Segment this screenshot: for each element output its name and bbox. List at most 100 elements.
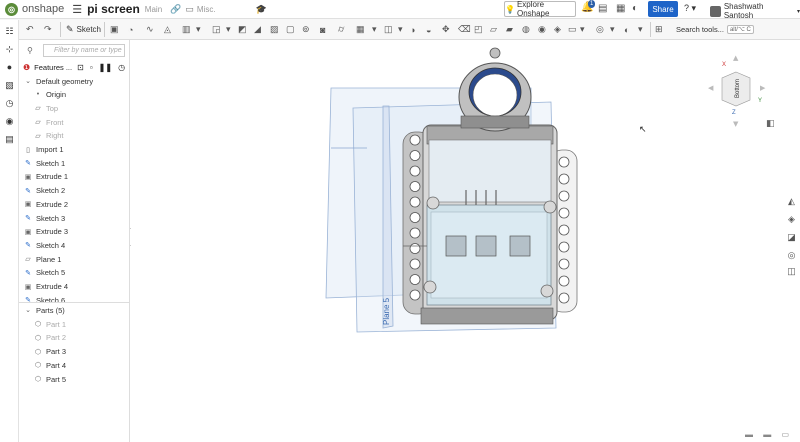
feature-item[interactable]: ▣ Extrude 3 [23,226,68,238]
feature-item[interactable]: ✎ Sketch 4 [23,239,65,251]
draft-icon[interactable]: ◢ [254,23,261,36]
bom-icon[interactable]: ▤ [4,134,15,145]
fillet-icon[interactable]: ◲ [212,23,221,36]
feature-item[interactable]: ✎ Sketch 1 [23,157,65,169]
chevron-down-icon[interactable]: ▾ [638,23,643,36]
fill-icon[interactable]: ◈ [554,23,561,36]
comments-icon[interactable]: ● [4,62,15,73]
pattern-icon[interactable]: ▦ [356,23,365,36]
history-icon[interactable]: ◷ [4,98,15,109]
cylinder-icon[interactable]: ⌭ [338,23,344,36]
view-cube[interactable]: Bottom X Y Z ▲ ▼ ◀ ▶ ◧ [708,54,775,129]
filter-input[interactable]: Filter by name or type [43,44,125,57]
modify-fillet-icon[interactable]: ◰ [474,23,483,36]
view-arrow-left-icon[interactable]: ◀ [708,84,714,92]
variables-icon[interactable]: ⊹ [4,44,15,55]
rib-icon[interactable]: ▨ [270,23,279,36]
part-item[interactable]: ⬡ Part 1 [33,318,66,330]
exploded-view-icon[interactable]: ◎ [786,250,797,261]
document-icon[interactable]: ▤ [598,3,607,14]
plane-icon[interactable]: ▭ [568,23,577,36]
feature-item[interactable]: ▱ Front [33,116,63,128]
view-cube-menu-icon[interactable]: ◧ [766,119,775,129]
menu-icon[interactable]: ☰ [72,3,82,16]
offset-surface-icon[interactable]: ◍ [522,23,530,36]
mate-connector-icon[interactable]: ◎ [596,23,604,36]
mirror-icon[interactable]: ◫ [384,23,393,36]
timer-icon[interactable]: ◷ [118,63,125,72]
transform-icon[interactable]: ✥ [442,23,450,36]
pause-icon[interactable]: ❚❚ [99,63,112,72]
feature-item[interactable]: ✎ Sketch 5 [23,267,65,279]
appearance-icon[interactable]: ▧ [4,80,15,91]
redo-icon[interactable]: ↷ [44,23,52,36]
bottom-tab-icon-2[interactable]: ▬ [763,430,771,439]
folder-icon[interactable]: ▭ [185,4,194,15]
feature-item[interactable]: ✎ Sketch 3 [23,212,65,224]
feature-item[interactable]: • Origin [33,89,66,101]
feature-item[interactable]: ▣ Extrude 2 [23,198,68,210]
feature-item[interactable]: ▱ Right [33,130,63,142]
shell-body-icon[interactable]: ◙ [320,23,325,36]
feature-list-icon[interactable]: ☷ [4,26,15,37]
learning-cap-icon[interactable]: 🎓 [256,4,267,15]
undo-icon[interactable]: ↶ [26,23,34,36]
explore-onshape-button[interactable]: 💡 Explore Onshape [504,0,576,18]
help-icon[interactable]: ? ▾ [684,3,696,14]
feature-item[interactable]: ▣ Extrude 1 [23,171,68,183]
share-button[interactable]: Share [648,1,678,17]
split-icon[interactable]: ◒ [426,23,431,36]
shell-icon[interactable]: ▢ [286,23,295,36]
sketch-button[interactable]: ✎ Sketch [66,22,101,37]
onshape-logo[interactable]: ◎ onshape [5,2,64,16]
chevron-down-icon[interactable]: ▾ [196,23,201,36]
move-face-icon[interactable]: ▱ [490,23,497,36]
feature-item[interactable]: ▯ Import 1 [23,144,63,156]
feature-item[interactable]: ▣ Extrude 4 [23,281,68,293]
part-item[interactable]: ⬡ Part 4 [33,359,66,371]
rollback-icon[interactable]: ⊡ [77,63,84,72]
chevron-down-icon[interactable]: ▾ [610,23,615,36]
document-title[interactable]: pi screen [87,2,140,16]
replace-face-icon[interactable]: ▰ [506,23,513,36]
feature-item[interactable]: ▱ Top [33,102,58,114]
bottom-tab-icon-1[interactable]: ▬ [745,430,753,439]
chevron-down-icon[interactable]: ▾ [398,23,403,36]
view-arrow-up-icon[interactable]: ▲ [733,54,739,62]
appearance-panel-icon[interactable]: ◈ [786,214,797,225]
parts-group[interactable]: ⌄ Parts (5) [23,304,65,316]
boundary-surface-icon[interactable]: ◉ [538,23,546,36]
add-custom-feature-icon[interactable]: ⊞ [655,23,663,36]
search-tools-input[interactable]: Search tools... alt/⌥ C [676,22,754,37]
loft-icon[interactable]: ◬ [164,23,171,36]
bottom-tab-icon-3[interactable]: ▭ [781,430,789,439]
feature-item[interactable]: ⌄ Default geometry [23,75,93,87]
section-view-icon[interactable]: ◪ [786,232,797,243]
render-studio-icon[interactable]: ◭ [786,196,797,207]
app-store-icon[interactable]: ▦ [616,3,625,14]
extrude-icon[interactable]: ▣ [110,23,119,36]
user-menu[interactable]: Shashwath Santosh ▾ [710,2,800,20]
view-arrow-right-icon[interactable]: ▶ [760,84,766,92]
features-header[interactable]: ❶ Features ... ⊡ ▫ ❚❚ ◷ [23,61,127,74]
configurations-icon[interactable]: ◉ [4,116,15,127]
chevron-down-icon[interactable]: ▾ [372,23,377,36]
hole-icon[interactable]: ⊚ [302,23,310,36]
part-item[interactable]: ⬡ Part 2 [33,332,66,344]
link-icon[interactable]: 🔗 [170,4,181,15]
folder-label[interactable]: Misc. [197,5,216,14]
chevron-down-icon[interactable]: ▾ [580,23,585,36]
part-item[interactable]: ⬡ Part 5 [33,373,66,385]
themes-icon[interactable]: ◐ [632,3,638,14]
delete-part-icon[interactable]: ⌫ [458,23,471,36]
boolean-icon[interactable]: ◑ [410,23,415,36]
filter-icon[interactable]: ⚲ [27,46,33,55]
feature-item[interactable]: ✎ Sketch 2 [23,185,65,197]
graphics-viewport[interactable]: Plane 5 Bottom X Y Z ▲ ▼ ◀ ▶ ◧ ↖ [131,40,782,442]
plane-5-label[interactable]: Plane 5 [382,297,391,325]
collapse-icon[interactable]: ▫ [90,63,93,72]
thicken-icon[interactable]: ▥ [182,23,191,36]
view-arrow-down-icon[interactable]: ▼ [733,120,739,128]
measure-icon[interactable]: ◐ [624,23,629,36]
branch-label[interactable]: Main [145,5,162,14]
